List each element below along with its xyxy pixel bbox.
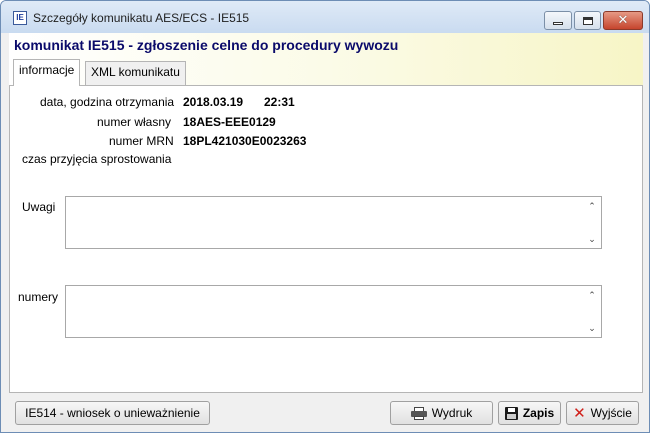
print-button[interactable]: Wydruk (390, 401, 493, 425)
ie514-button-label: IE514 - wniosek o unieważnienie (25, 406, 200, 420)
app-icon: IE (13, 11, 27, 25)
maximize-button[interactable] (574, 11, 601, 30)
received-time: 22:31 (264, 95, 295, 109)
maximize-icon (582, 16, 593, 25)
own-number-label: numer własny (97, 115, 172, 129)
ie514-cancel-request-button[interactable]: IE514 - wniosek o unieważnienie (15, 401, 210, 425)
page-title: komunikat IE515 - zgłoszenie celne do pr… (14, 37, 399, 53)
header-band: komunikat IE515 - zgłoszenie celne do pr… (9, 33, 643, 55)
exit-button[interactable]: ✕ Wyjście (566, 401, 639, 425)
minimize-icon (553, 22, 563, 25)
remarks-label: Uwagi (22, 200, 56, 214)
tab-strip: informacje XML komunikatu (9, 55, 643, 86)
floppy-disk-icon (504, 406, 518, 420)
numbers-textarea[interactable]: ⌃ ⌄ (65, 285, 602, 338)
red-x-icon: ✕ (573, 403, 586, 422)
tab-informacje[interactable]: informacje (13, 59, 81, 86)
exit-button-label: Wyjście (590, 406, 632, 420)
details-window: IE Szczegóły komunikatu AES/ECS - IE515 … (0, 0, 650, 433)
received-date: 2018.03.19 (183, 95, 244, 109)
window-title: Szczegóły komunikatu AES/ECS - IE515 (33, 11, 250, 25)
info-panel: data, godzina otrzymania 2018.03.19 22:3… (9, 85, 643, 393)
scroll-up-icon[interactable]: ⌃ (586, 200, 598, 212)
close-button[interactable]: ✕ (603, 11, 643, 30)
remarks-textarea[interactable]: ⌃ ⌄ (65, 196, 602, 249)
scroll-up-icon[interactable]: ⌃ (586, 289, 598, 301)
close-icon: ✕ (617, 13, 629, 28)
scroll-down-icon[interactable]: ⌄ (586, 322, 598, 334)
own-number-value: 18AES-EEE0129 (183, 115, 276, 129)
save-button[interactable]: Zapis (498, 401, 561, 425)
received-label: data, godzina otrzymania (40, 95, 175, 109)
tab-xml-komunikatu[interactable]: XML komunikatu (85, 61, 186, 85)
printer-icon (410, 406, 427, 420)
mrn-value: 18PL421030E0023263 (183, 134, 307, 148)
mrn-label: numer MRN (109, 134, 174, 148)
numbers-label: numery (18, 290, 59, 304)
correction-time-label: czas przyjęcia sprostowania (22, 152, 172, 166)
title-bar[interactable]: IE Szczegóły komunikatu AES/ECS - IE515 … (1, 1, 649, 33)
save-button-label: Zapis (522, 406, 555, 420)
print-button-label: Wydruk (431, 406, 473, 420)
scroll-down-icon[interactable]: ⌄ (586, 233, 598, 245)
minimize-button[interactable] (544, 11, 572, 30)
